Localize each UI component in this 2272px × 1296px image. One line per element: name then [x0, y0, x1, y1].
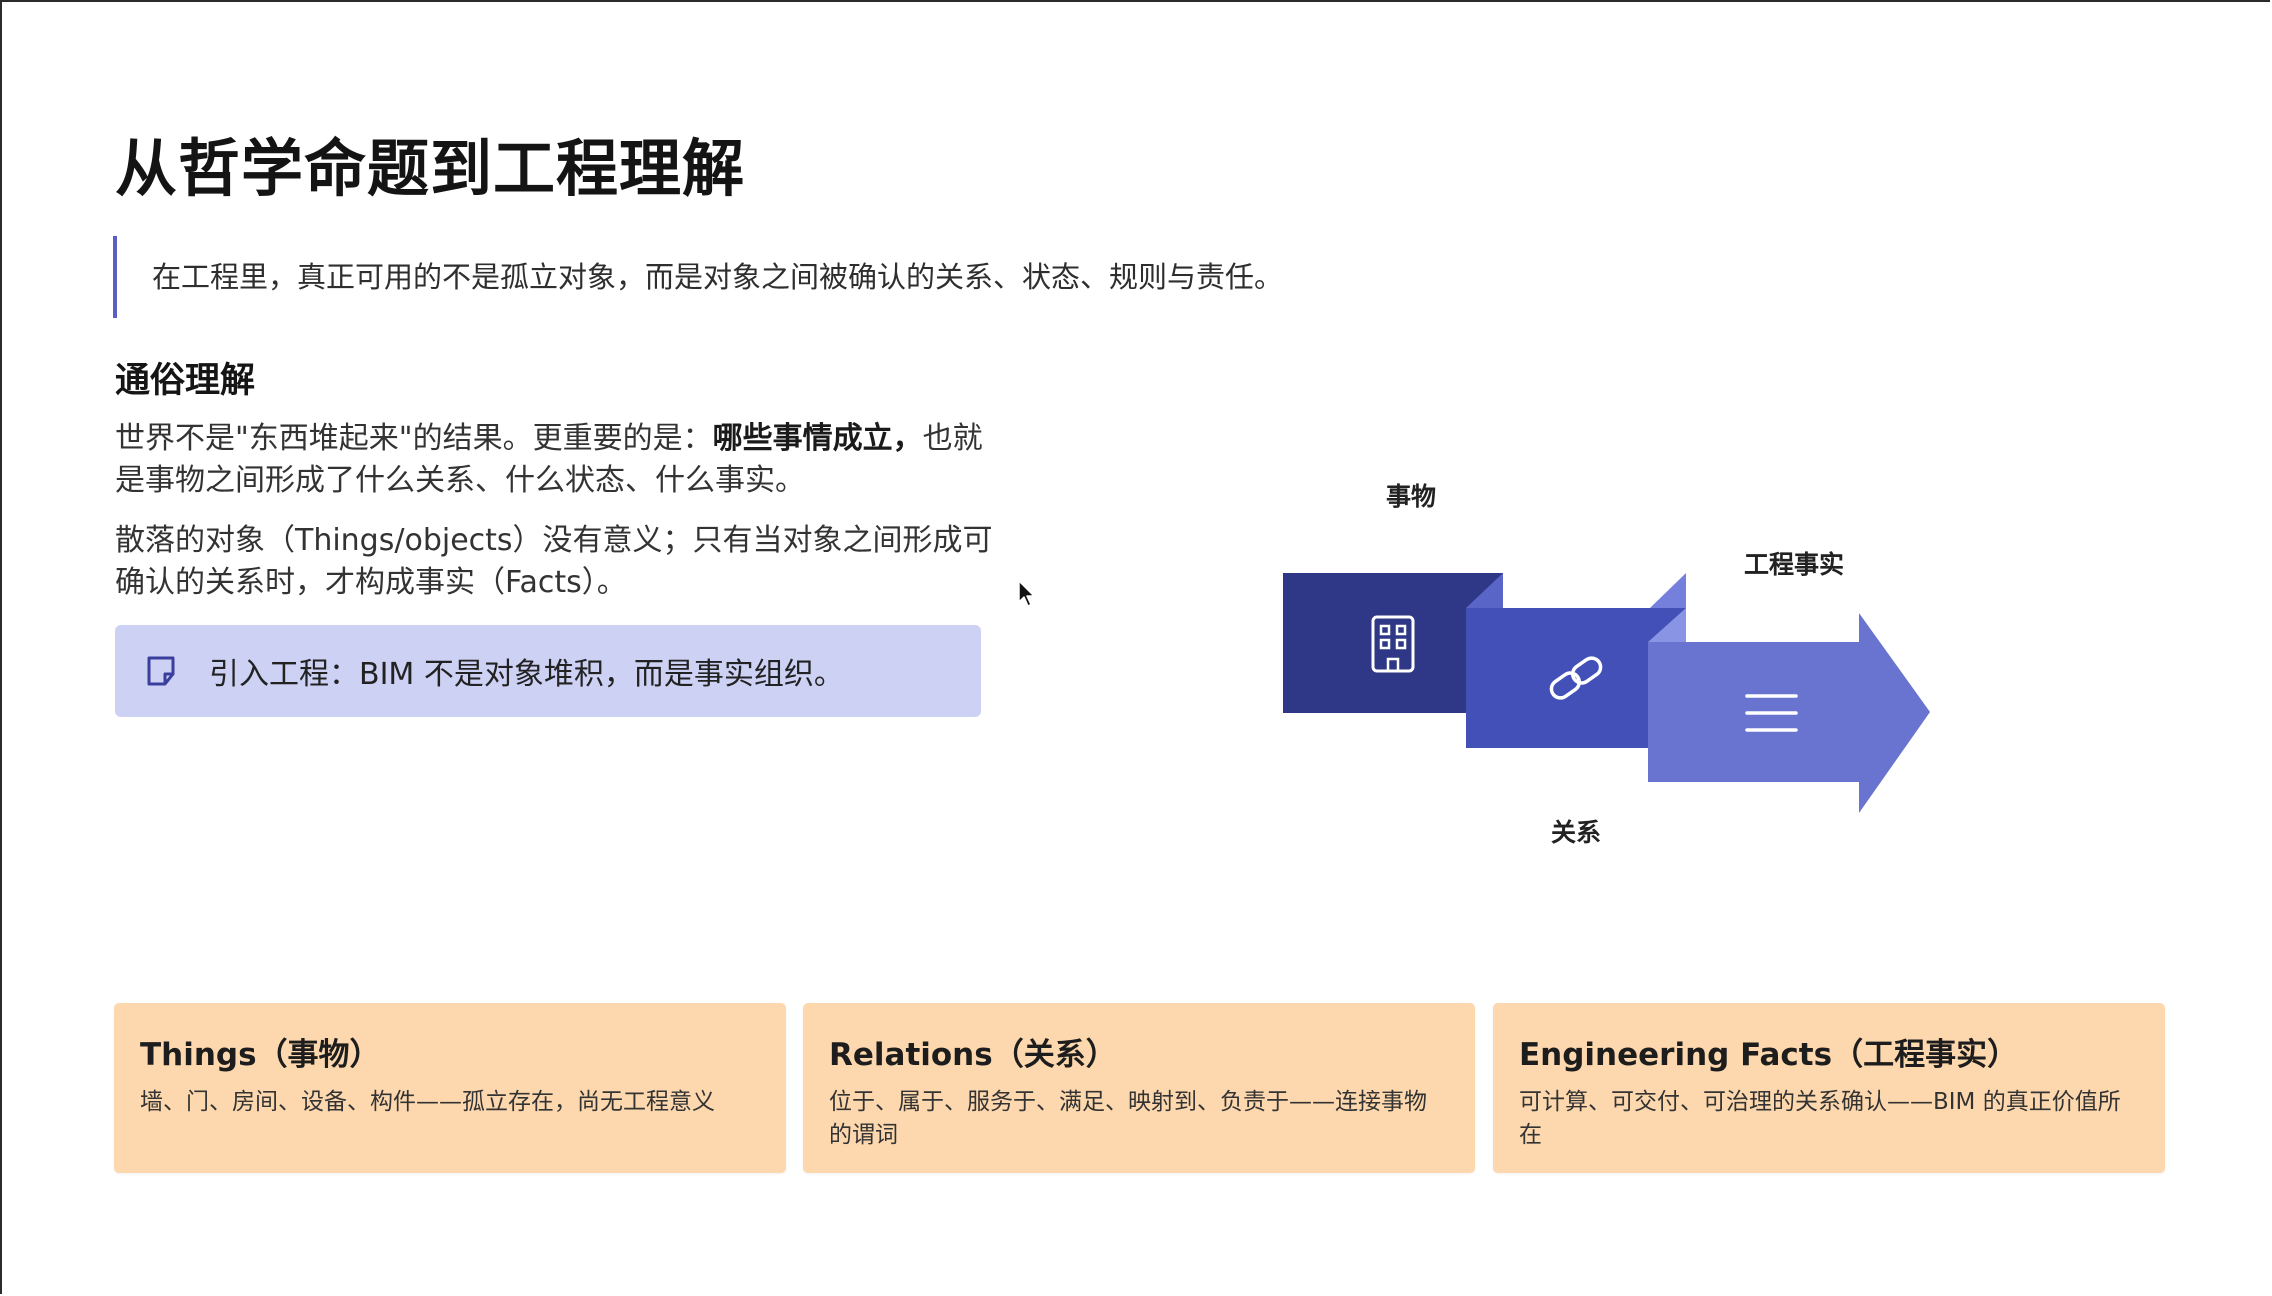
- callout-text: 引入工程：BIM 不是对象堆积，而是事实组织。: [209, 657, 844, 692]
- section-title: 通俗理解: [115, 361, 256, 401]
- para1-bold: 哪些事情成立，: [712, 421, 923, 456]
- engineering-callout: 引入工程：BIM 不是对象堆积，而是事实组织。: [115, 625, 981, 717]
- card-things: Things（事物） 墙、门、房间、设备、构件——孤立存在，尚无工程意义: [114, 1003, 786, 1173]
- diagram-graphic: [1283, 573, 1930, 813]
- explanation-paragraph-2: 散落的对象（Things/objects）没有意义；只有当对象之间形成可确认的关…: [115, 523, 993, 600]
- card-description: 墙、门、房间、设备、构件——孤立存在，尚无工程意义: [140, 1089, 715, 1115]
- para1-before: 世界不是"东西堆起来"的结果。更重要的是：: [115, 421, 713, 456]
- lead-quote-text: 在工程里，真正可用的不是孤立对象，而是对象之间被确认的关系、状态、规则与责任。: [152, 260, 1284, 294]
- note-icon: [147, 656, 175, 686]
- card-description: 可计算、可交付、可治理的关系确认——BIM 的真正价值所在: [1519, 1089, 2121, 1148]
- label-things: 事物: [1386, 482, 1437, 511]
- explanation-paragraph-1: 世界不是"东西堆起来"的结果。更重要的是：哪些事情成立，也就是事物之间形成了什么…: [115, 418, 995, 502]
- card-title: Things（事物）: [140, 1037, 381, 1073]
- card-title: Engineering Facts（工程事实）: [1519, 1037, 2019, 1073]
- card-engineering-facts: Engineering Facts（工程事实） 可计算、可交付、可治理的关系确认…: [1493, 1003, 2165, 1173]
- things-relations-facts-diagram: 事物 关系 工程事实: [1270, 460, 1970, 860]
- label-relations: 关系: [1551, 818, 1602, 847]
- card-description: 位于、属于、服务于、满足、映射到、负责于——连接事物的谓词: [829, 1089, 1427, 1148]
- label-facts: 工程事实: [1744, 550, 1845, 579]
- card-relations: Relations（关系） 位于、属于、服务于、满足、映射到、负责于——连接事物…: [803, 1003, 1475, 1173]
- lead-quote: 在工程里，真正可用的不是孤立对象，而是对象之间被确认的关系、状态、规则与责任。: [113, 236, 1283, 318]
- relations-block-corner: [1650, 573, 1686, 608]
- page-title: 从哲学命题到工程理解: [115, 132, 746, 205]
- mouse-cursor-icon: [1018, 580, 1035, 607]
- card-title: Relations（关系）: [829, 1037, 1117, 1073]
